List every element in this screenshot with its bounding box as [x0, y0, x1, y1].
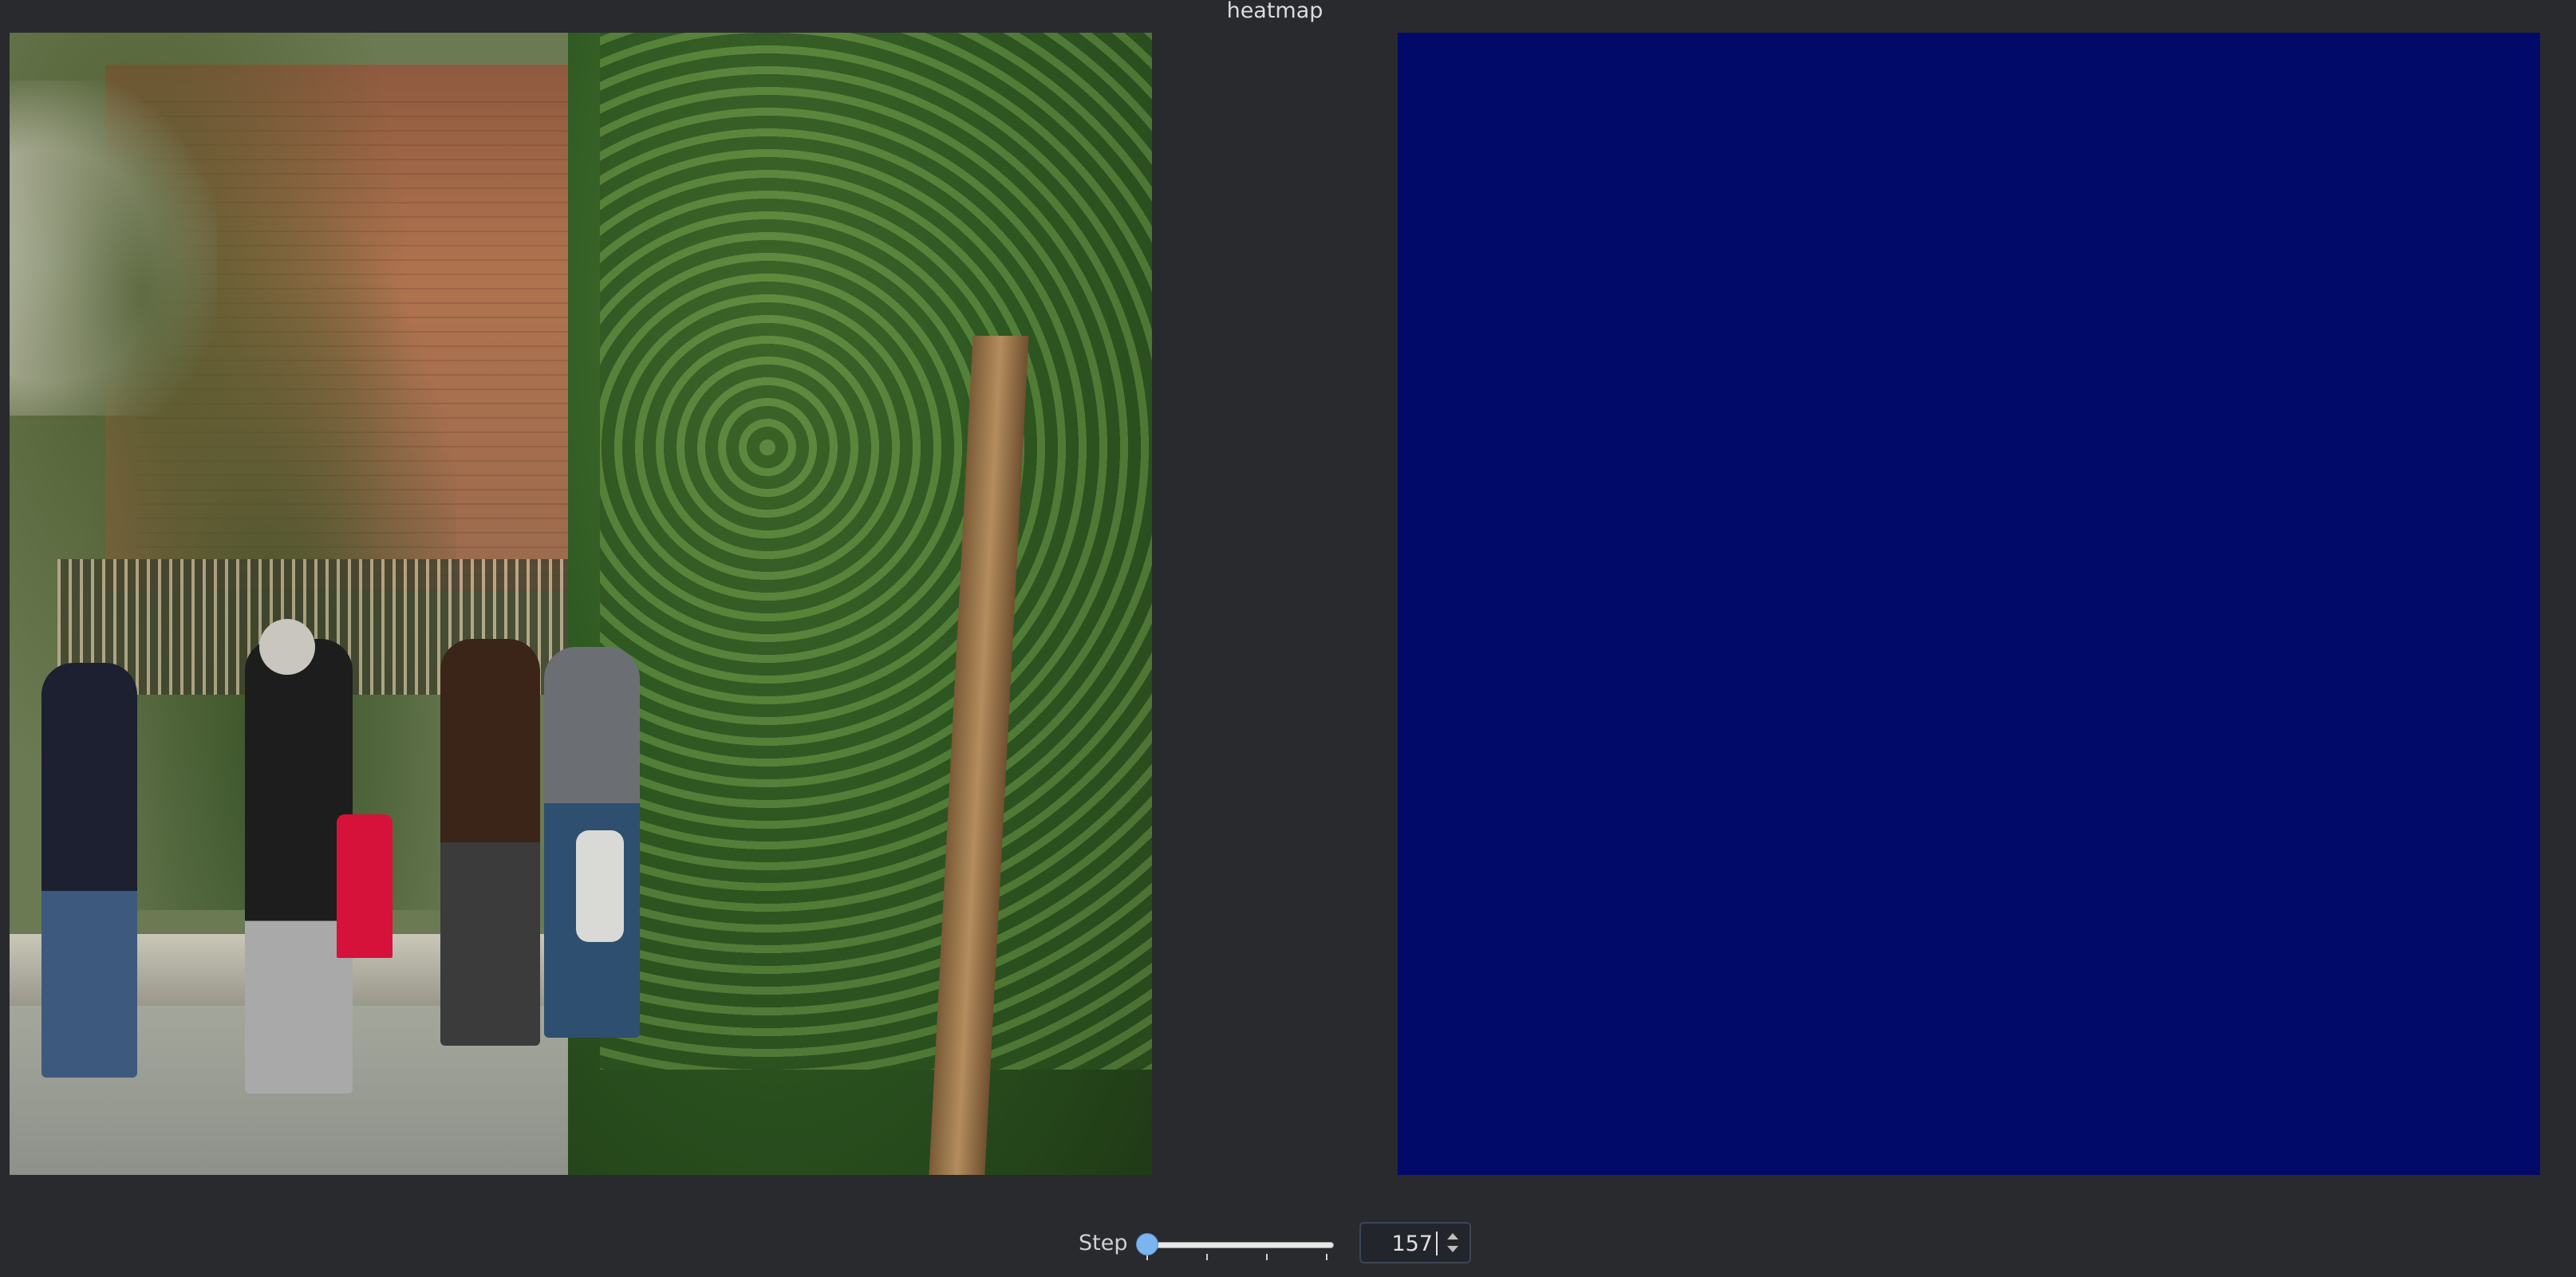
- input-image: [10, 33, 1152, 1175]
- step-slider[interactable]: [1136, 1228, 1339, 1260]
- slider-handle[interactable]: [1136, 1233, 1158, 1255]
- photo-content: [10, 33, 1152, 1175]
- slider-tick: [1326, 1254, 1327, 1260]
- spin-up-icon[interactable]: [1447, 1233, 1458, 1240]
- spin-down-icon[interactable]: [1447, 1246, 1458, 1252]
- slider-tick: [1266, 1254, 1268, 1260]
- wet-floor-sign: [337, 814, 393, 958]
- step-label: Step: [1079, 1231, 1128, 1255]
- person-2-head: [259, 619, 315, 675]
- step-value[interactable]: 157: [1391, 1232, 1433, 1256]
- person-1: [41, 663, 137, 1078]
- spin-arrows[interactable]: [1444, 1230, 1462, 1257]
- text-cursor: [1436, 1232, 1438, 1255]
- plastic-bag: [576, 830, 624, 942]
- heatmap-output: [1398, 33, 2540, 1175]
- window-title: heatmap: [1226, 0, 1324, 23]
- person-3: [440, 639, 540, 1046]
- slider-tick: [1206, 1254, 1208, 1260]
- slider-track[interactable]: [1144, 1242, 1334, 1248]
- step-spinbox[interactable]: 157: [1359, 1222, 1471, 1263]
- leaf-texture: [600, 33, 1152, 1070]
